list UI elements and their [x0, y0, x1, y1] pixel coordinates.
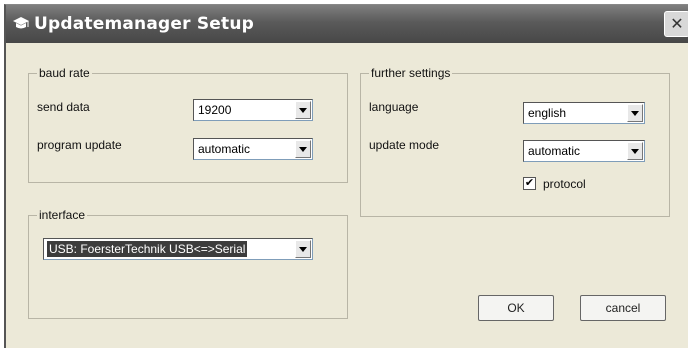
interface-value: USB: FoersterTechnik USB<=>Serial: [47, 241, 248, 257]
close-button[interactable]: ✕: [664, 11, 688, 37]
ok-button[interactable]: OK: [478, 295, 554, 321]
window-title: Updatemanager Setup: [34, 14, 255, 34]
interface-select[interactable]: USB: FoersterTechnik USB<=>Serial: [43, 238, 313, 260]
update-mode-label: update mode: [369, 138, 440, 152]
program-update-select[interactable]: automatic: [193, 138, 313, 160]
update-mode-select[interactable]: automatic: [523, 140, 645, 162]
setup-dialog: Updatemanager Setup ✕ baud rate send dat…: [4, 4, 688, 348]
interface-legend: interface: [37, 208, 88, 222]
further-settings-group: further settings language english update…: [360, 66, 670, 217]
chevron-down-icon[interactable]: [627, 142, 643, 160]
title-bar[interactable]: Updatemanager Setup ✕: [6, 5, 688, 43]
protocol-checkbox[interactable]: ✔: [523, 177, 536, 190]
chevron-down-icon[interactable]: [295, 140, 311, 158]
update-mode-value: automatic: [528, 144, 581, 158]
ok-button-label: OK: [507, 301, 525, 315]
baud-rate-legend: baud rate: [37, 66, 92, 80]
send-data-label: send data: [37, 100, 90, 114]
chevron-down-icon[interactable]: [627, 104, 643, 122]
chevron-down-icon[interactable]: [295, 101, 311, 119]
graduation-cap-icon: [13, 17, 29, 29]
cancel-button[interactable]: cancel: [580, 295, 666, 321]
send-data-select[interactable]: 19200: [193, 99, 313, 121]
further-settings-legend: further settings: [369, 66, 453, 80]
language-value: english: [528, 106, 567, 120]
check-icon: ✔: [524, 177, 535, 189]
baud-rate-group: baud rate send data 19200 program update…: [28, 66, 348, 183]
program-update-label: program update: [37, 138, 122, 152]
program-update-value: automatic: [198, 142, 251, 156]
interface-group: interface USB: FoersterTechnik USB<=>Ser…: [28, 208, 348, 319]
send-data-value: 19200: [198, 103, 232, 117]
language-select[interactable]: english: [523, 102, 645, 124]
protocol-label: protocol: [543, 177, 586, 191]
close-icon: ✕: [670, 16, 684, 33]
chevron-down-icon[interactable]: [295, 240, 311, 258]
language-label: language: [369, 100, 419, 114]
cancel-button-label: cancel: [605, 301, 641, 315]
